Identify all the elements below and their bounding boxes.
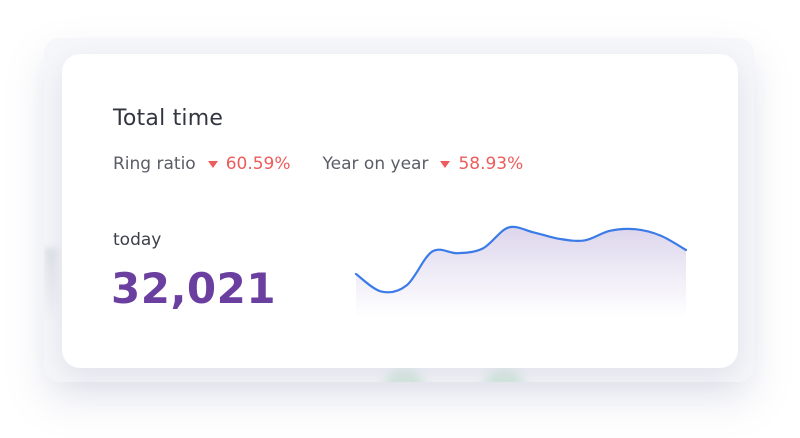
sparkline-chart (354, 225, 688, 318)
year-on-year-metric: Year on year 58.93% (323, 154, 524, 174)
blurred-background-element (44, 248, 58, 328)
total-time-card: Total time Ring ratio 60.59% Year on yea… (62, 54, 738, 368)
comparison-metrics: Ring ratio 60.59% Year on year 58.93% (113, 154, 555, 174)
blurred-background-dot (484, 370, 524, 382)
period-label: today (113, 230, 162, 250)
triangle-down-icon (207, 161, 218, 168)
ring-ratio-value: 60.59% (225, 154, 291, 174)
card-title: Total time (113, 106, 224, 131)
ring-ratio-metric: Ring ratio 60.59% (113, 154, 291, 174)
total-value: 32,021 (111, 264, 277, 313)
blurred-background-dot (384, 370, 424, 382)
ring-ratio-label: Ring ratio (113, 154, 196, 174)
sparkline-area (356, 226, 686, 318)
year-on-year-value: 58.93% (458, 154, 524, 174)
triangle-down-icon (440, 161, 451, 168)
dashboard-stage: Total time Ring ratio 60.59% Year on yea… (0, 0, 800, 438)
year-on-year-label: Year on year (322, 154, 429, 174)
